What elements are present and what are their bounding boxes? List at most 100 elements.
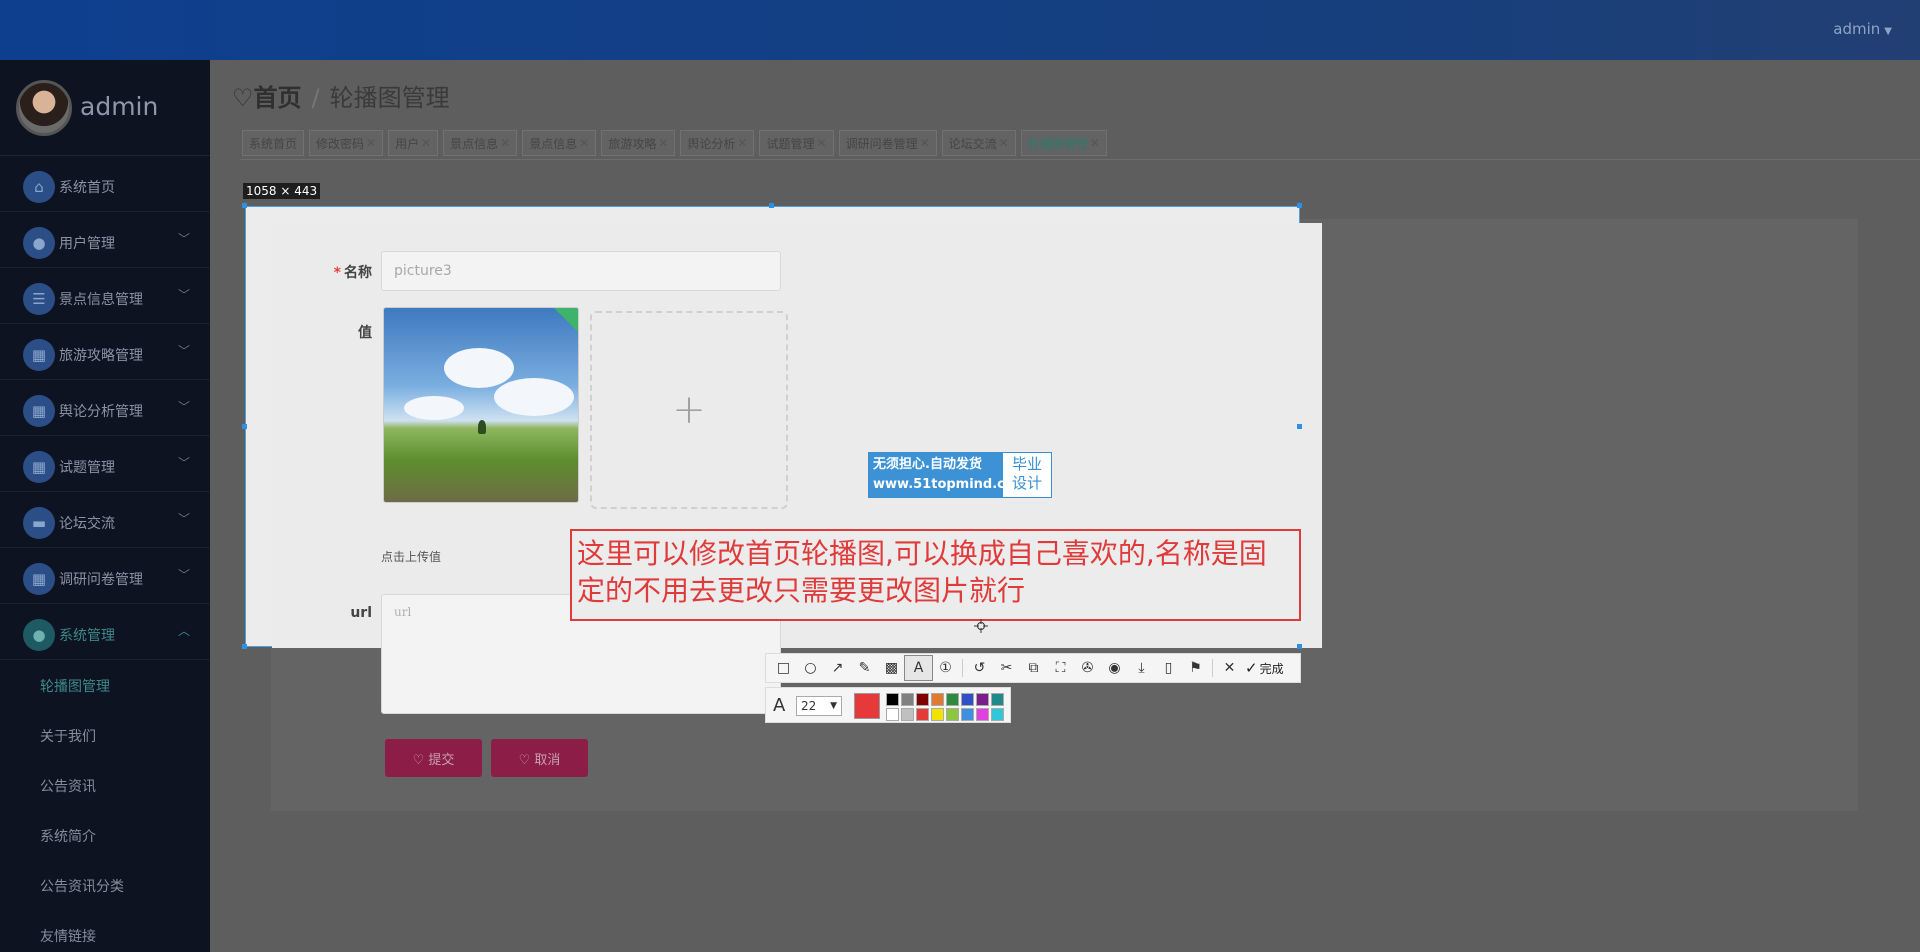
color-swatch[interactable] xyxy=(961,708,974,721)
tab[interactable]: 景点信息 ✕ xyxy=(522,130,597,156)
cancel-button[interactable]: ♡ 取消 xyxy=(491,739,588,777)
close-icon[interactable]: ✕ xyxy=(658,136,668,150)
close-icon[interactable]: ✕ xyxy=(817,136,827,150)
user-menu[interactable]: admin ▼ xyxy=(1833,20,1892,38)
color-swatch[interactable] xyxy=(901,708,914,721)
sidebar-subitem[interactable]: 系统简介 xyxy=(0,810,210,860)
resize-handle-tl[interactable] xyxy=(242,203,247,208)
color-swatch[interactable] xyxy=(916,708,929,721)
sidebar-subitem[interactable]: 公告资讯 xyxy=(0,760,210,810)
color-swatch[interactable] xyxy=(946,693,959,706)
close-icon[interactable]: ✕ xyxy=(421,136,431,150)
color-swatch[interactable] xyxy=(991,693,1004,706)
undo-icon[interactable]: ↺ xyxy=(966,656,993,680)
close-icon[interactable]: ✕ xyxy=(500,136,510,150)
close-icon[interactable]: ✕ xyxy=(920,136,930,150)
tab[interactable]: 调研问卷管理 ✕ xyxy=(838,130,937,156)
submit-button[interactable]: ♡ 提交 xyxy=(385,739,482,777)
tab-label: 轮播图管理 xyxy=(1027,136,1088,151)
sidebar-item-label: 系统首页 xyxy=(59,180,115,196)
close-icon[interactable]: ✕ xyxy=(579,136,589,150)
tab[interactable]: 试题管理 ✕ xyxy=(759,130,834,156)
ellipse-icon[interactable]: ○ xyxy=(797,656,824,680)
font-size-select[interactable]: 22 ▼ xyxy=(796,696,842,716)
sidebar-item[interactable]: ▦ 旅游攻略管理 ﹀ xyxy=(0,324,210,380)
color-swatch[interactable] xyxy=(931,693,944,706)
breadcrumb-separator: / xyxy=(311,84,320,112)
phone-icon[interactable]: ▯ xyxy=(1155,656,1182,680)
rectangle-icon[interactable]: □ xyxy=(770,656,797,680)
tab[interactable]: 系统首页 xyxy=(242,130,305,156)
close-icon[interactable]: ✕ xyxy=(1216,656,1243,680)
color-swatch[interactable] xyxy=(916,693,929,706)
sidebar-item[interactable]: ⌂ 系统首页 xyxy=(0,156,210,212)
tab[interactable]: 舆论分析 ✕ xyxy=(680,130,755,156)
tab[interactable]: 用户 ✕ xyxy=(388,130,439,156)
tab[interactable]: 景点信息 ✕ xyxy=(443,130,518,156)
tab-label: 论坛交流 xyxy=(948,136,997,151)
bookmark-icon[interactable]: ⚑ xyxy=(1182,656,1209,680)
color-swatch[interactable] xyxy=(961,693,974,706)
pin-icon[interactable]: ✇ xyxy=(1074,656,1101,680)
tab[interactable]: 修改密码 ✕ xyxy=(309,130,384,156)
menu-icon: ▦ xyxy=(23,563,55,595)
color-swatch[interactable] xyxy=(901,693,914,706)
close-icon[interactable]: ✕ xyxy=(366,136,376,150)
breadcrumb-home[interactable]: ♡首页 xyxy=(232,84,302,112)
resize-handle-br[interactable] xyxy=(1297,644,1302,649)
close-icon[interactable]: ✕ xyxy=(1090,136,1100,150)
sidebar-item[interactable]: ▦ 试题管理 ﹀ xyxy=(0,436,210,492)
fullscreen-icon[interactable]: ⛶ xyxy=(1047,656,1074,680)
name-input[interactable]: picture3 xyxy=(381,251,781,291)
color-swatch[interactable] xyxy=(946,708,959,721)
tab-label: 修改密码 xyxy=(316,136,365,151)
sidebar-subitem[interactable]: 轮播图管理 xyxy=(0,660,210,710)
download-icon[interactable]: ⤓ xyxy=(1128,656,1155,680)
value-label: 值 xyxy=(358,325,372,341)
tab[interactable]: 旅游攻略 ✕ xyxy=(601,130,676,156)
top-header: admin ▼ xyxy=(0,0,1920,60)
menu-icon: ● xyxy=(23,227,55,259)
sidebar-item[interactable]: ● 系统管理 ︿ xyxy=(0,604,210,660)
arrow-icon[interactable]: ↗ xyxy=(824,656,851,680)
cut-icon[interactable]: ✂ xyxy=(993,656,1020,680)
mosaic-icon[interactable]: ▩ xyxy=(878,656,905,680)
sidebar-item[interactable]: ☰ 景点信息管理 ﹀ xyxy=(0,268,210,324)
close-icon[interactable]: ✕ xyxy=(737,136,747,150)
color-swatch[interactable] xyxy=(991,708,1004,721)
text-icon[interactable]: A xyxy=(904,655,933,681)
sidebar-item[interactable]: ▦ 调研问卷管理 ﹀ xyxy=(0,548,210,604)
chevron-icon: ﹀ xyxy=(177,344,190,358)
current-color[interactable] xyxy=(854,693,880,719)
sidebar-item[interactable]: ▦ 舆论分析管理 ﹀ xyxy=(0,380,210,436)
done-button[interactable]: ✓ 完成 xyxy=(1245,659,1284,677)
color-swatch[interactable] xyxy=(976,708,989,721)
sidebar-subitem[interactable]: 友情链接 xyxy=(0,910,210,952)
tab[interactable]: 论坛交流 ✕ xyxy=(941,130,1016,156)
sidebar-subitem-label: 轮播图管理 xyxy=(40,679,110,695)
sidebar: admin ⌂ 系统首页 ● 用户管理 ﹀ ☰ 景点信息管理 ﹀ ▦ 旅游攻略管理 ﹀ ▦ 舆论分析管理… xyxy=(0,60,210,952)
pen-icon[interactable]: ✎ xyxy=(851,656,878,680)
sidebar-item-label: 舆论分析管理 xyxy=(59,404,143,420)
image-uploader[interactable]: + xyxy=(590,311,788,509)
color-swatch[interactable] xyxy=(886,693,899,706)
sidebar-subitem[interactable]: 关于我们 xyxy=(0,710,210,760)
record-icon[interactable]: ◉ xyxy=(1101,656,1128,680)
color-swatch[interactable] xyxy=(886,708,899,721)
resize-handle-l[interactable] xyxy=(242,424,247,429)
tab[interactable]: 轮播图管理 ✕ xyxy=(1020,130,1107,156)
ocr-icon[interactable]: ⧉ xyxy=(1020,656,1047,680)
number-icon[interactable]: ① xyxy=(932,656,959,680)
sidebar-item[interactable]: ● 用户管理 ﹀ xyxy=(0,212,210,268)
carousel-image[interactable] xyxy=(383,307,579,503)
resize-handle-t[interactable] xyxy=(769,203,774,208)
sidebar-subitem[interactable]: 公告资讯分类 xyxy=(0,860,210,910)
sidebar-item[interactable]: ▬ 论坛交流 ﹀ xyxy=(0,492,210,548)
close-icon[interactable]: ✕ xyxy=(999,136,1009,150)
resize-handle-bl[interactable] xyxy=(242,644,247,649)
resize-handle-tr[interactable] xyxy=(1297,203,1302,208)
text-annotation[interactable]: 这里可以修改首页轮播图,可以换成自己喜欢的,名称是固定的不用去更改只需要更改图片… xyxy=(570,529,1301,621)
resize-handle-r[interactable] xyxy=(1297,424,1302,429)
color-swatch[interactable] xyxy=(976,693,989,706)
color-swatch[interactable] xyxy=(931,708,944,721)
